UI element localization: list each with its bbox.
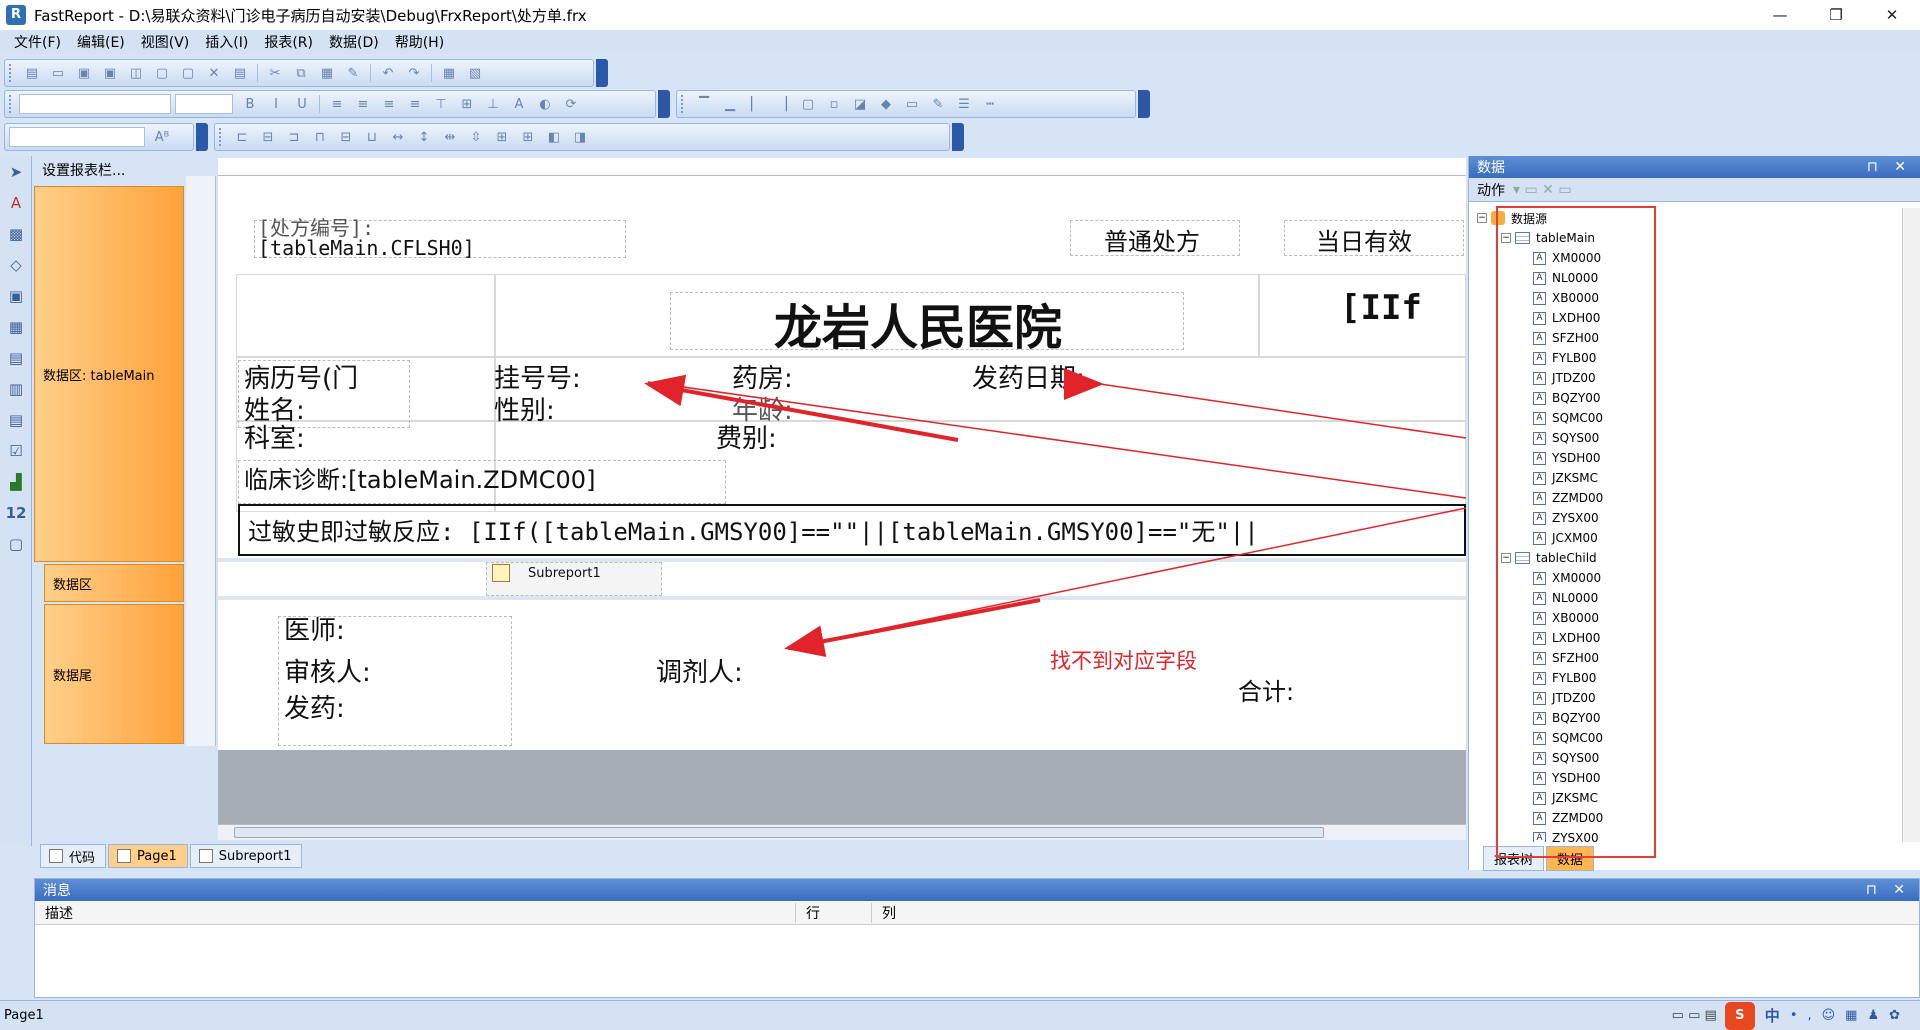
tab-code[interactable]: 代码 xyxy=(40,844,107,868)
code-icon xyxy=(49,849,63,863)
tab-code-label: 代码 xyxy=(69,850,96,866)
arrow-line xyxy=(1099,383,1467,439)
tab-subreport1[interactable]: Subreport1 xyxy=(189,844,303,868)
page-icon xyxy=(198,849,213,863)
column-column[interactable]: 列 xyxy=(871,902,947,923)
zoom-icons[interactable]: ▭ ▭ ▤ xyxy=(1672,1008,1717,1023)
ime-language[interactable]: 中 xyxy=(1765,1005,1780,1026)
status-page: Page1 xyxy=(4,1008,44,1023)
column-description[interactable]: 描述 xyxy=(35,903,795,923)
messages-header: 消息 ⊓ ✕ xyxy=(35,879,1919,901)
column-line[interactable]: 行 xyxy=(795,902,871,923)
data-panel-title: 数据 xyxy=(1477,160,1505,176)
ime-logo-icon[interactable]: S xyxy=(1724,1001,1755,1030)
tab-subreport1-label: Subreport1 xyxy=(218,848,292,864)
tree-vertical-scrollbar[interactable] xyxy=(1902,208,1920,842)
page-icon xyxy=(117,849,132,863)
action-icons[interactable]: ▾ ▭ ✕ ▭ xyxy=(1513,182,1572,198)
messages-columns: 描述 行 列 xyxy=(35,901,1919,925)
messages-title: 消息 xyxy=(43,883,71,899)
actions-button[interactable]: 动作 xyxy=(1477,180,1505,200)
data-panel-toolbar: 动作 ▾ ▭ ✕ ▭ xyxy=(1469,178,1920,202)
annotation-box xyxy=(1496,206,1656,858)
ime-tool-icons[interactable]: •,☺▦♟✿ xyxy=(1790,1008,1910,1023)
status-bar: Page1 ▭ ▭ ▤ S 中 •,☺▦♟✿ xyxy=(0,1000,1920,1030)
tab-page1[interactable]: Page1 xyxy=(108,844,188,868)
tab-page1-label: Page1 xyxy=(137,848,177,864)
data-panel-header: 数据 ⊓ ✕ xyxy=(1469,156,1920,178)
collapse-icon[interactable]: − xyxy=(1477,213,1487,223)
messages-pin-close[interactable]: ⊓ ✕ xyxy=(1866,882,1911,898)
designer-tabs: 代码 Page1 Subreport1 xyxy=(40,842,1466,870)
panel-pin-close[interactable]: ⊓ ✕ xyxy=(1867,159,1912,175)
messages-panel: 消息 ⊓ ✕ 描述 行 列 xyxy=(34,878,1920,998)
